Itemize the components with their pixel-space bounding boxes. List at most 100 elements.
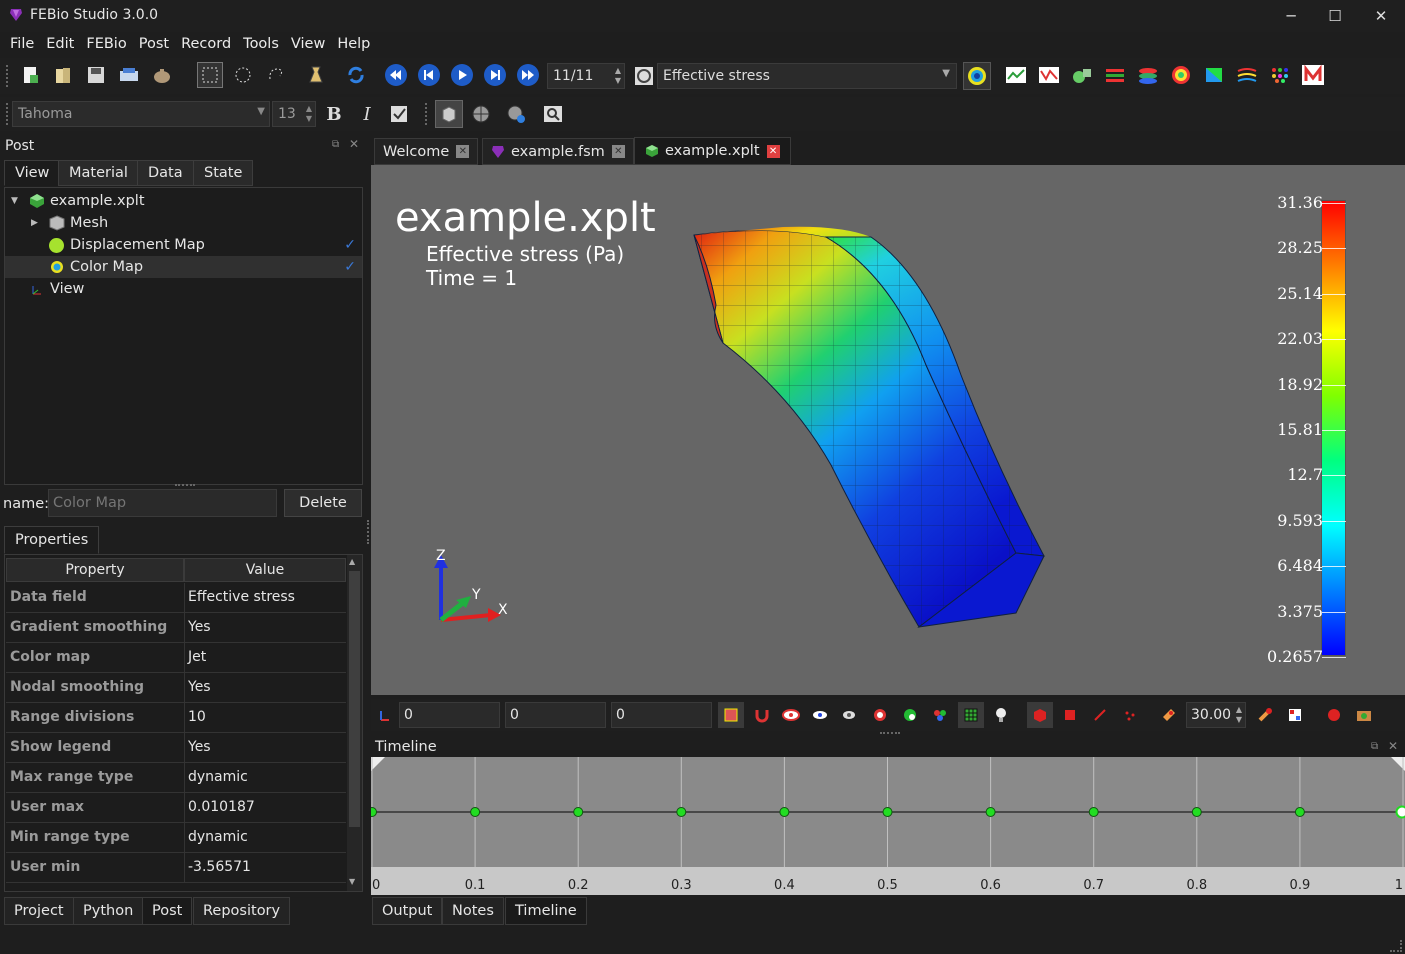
3d-viewport[interactable]: example.xplt Effective stress (Pa) Time …	[371, 165, 1405, 695]
timeline-keyframe[interactable]	[882, 807, 893, 817]
property-value[interactable]: 10	[188, 709, 206, 725]
tree-item-displacement-map[interactable]: Displacement Map ✓	[5, 234, 362, 256]
colormap-toggle-icon[interactable]	[631, 63, 657, 89]
timeline-keyframe[interactable]	[1191, 807, 1202, 817]
show-eye-icon[interactable]	[778, 702, 804, 728]
close-tab-icon[interactable]: ✕	[766, 144, 780, 158]
timeline-keyframe[interactable]	[676, 807, 687, 817]
play-icon[interactable]	[449, 62, 475, 88]
close-button[interactable]: ✕	[1358, 0, 1404, 32]
particles-icon[interactable]	[1267, 62, 1293, 88]
name-input[interactable]	[48, 489, 277, 517]
timeline-graph[interactable]: 0 0.1 0.2 0.3 0.4 0.5 0.6 0.7 0.8 0.9 1	[371, 757, 1405, 895]
close-panel-icon[interactable]: ✕	[349, 137, 359, 151]
property-row[interactable]: User max 0.010187	[6, 793, 346, 823]
property-value[interactable]: Yes	[188, 679, 211, 695]
data-field-select[interactable]: Effective stress ▼	[657, 63, 957, 89]
isosurface-icon[interactable]	[1168, 62, 1194, 88]
menu-help[interactable]: Help	[331, 36, 376, 52]
menu-tools[interactable]: Tools	[237, 36, 285, 52]
scroll-down-icon[interactable]: ▼	[349, 877, 355, 886]
close-tab-icon[interactable]: ✕	[611, 145, 625, 158]
mesh-settings-icon[interactable]	[503, 101, 529, 127]
menu-view[interactable]: View	[285, 36, 331, 52]
property-value[interactable]: 0.010187	[188, 799, 255, 815]
select-freehand-icon[interactable]	[263, 62, 289, 88]
property-value[interactable]: Effective stress	[188, 589, 295, 605]
colormap-icon[interactable]	[963, 62, 991, 90]
timeline-keyframe[interactable]	[371, 807, 377, 817]
vertical-splitter[interactable]	[367, 520, 370, 544]
property-row[interactable]: Nodal smoothing Yes	[6, 673, 346, 703]
property-value[interactable]: dynamic	[188, 769, 248, 785]
property-row[interactable]: Data field Effective stress	[6, 583, 346, 613]
timeline-keyframe[interactable]	[573, 807, 584, 817]
chevron-down-icon[interactable]: ▼	[11, 196, 18, 206]
timeline-keyframe[interactable]	[1088, 807, 1099, 817]
tab-data[interactable]: Data	[137, 160, 194, 186]
menu-febio[interactable]: FEBio	[80, 36, 132, 52]
spin-arrows-icon[interactable]: ▲ ▼	[1236, 705, 1242, 725]
scrollbar[interactable]: ▲ ▼	[347, 555, 362, 891]
color-balls-icon[interactable]	[927, 702, 953, 728]
splitter-handle[interactable]	[175, 484, 195, 488]
font-family-select[interactable]: Tahoma ▼	[12, 101, 270, 127]
new-file-icon[interactable]	[17, 62, 43, 88]
property-value[interactable]: Yes	[188, 739, 211, 755]
timeline-panel[interactable]: 0 0.1 0.2 0.3 0.4 0.5 0.6 0.7 0.8 0.9 1	[371, 757, 1405, 895]
toolbar-grip[interactable]	[6, 65, 10, 87]
tab-timeline[interactable]: Timeline	[505, 897, 587, 925]
fast-forward-icon[interactable]	[515, 62, 541, 88]
menu-record[interactable]: Record	[175, 36, 237, 52]
tab-properties[interactable]: Properties	[4, 526, 100, 554]
checkmark-icon[interactable]: ✓	[344, 259, 356, 275]
range-start-handle[interactable]	[371, 757, 385, 771]
property-row[interactable]: Color map Jet	[6, 643, 346, 673]
timeline-keyframe[interactable]	[470, 807, 481, 817]
tree-item-view[interactable]: View	[5, 278, 362, 300]
tab-post[interactable]: Post	[142, 897, 193, 925]
plot-graph-icon[interactable]	[1003, 62, 1029, 88]
column-header-value[interactable]: Value	[184, 558, 346, 582]
property-value[interactable]: Yes	[188, 619, 211, 635]
timeline-keyframe[interactable]	[985, 807, 996, 817]
spin-arrows-icon[interactable]: ▲ ▼	[306, 104, 312, 124]
frame-spinbox[interactable]: 11/11 ▲ ▼	[547, 63, 625, 89]
paint-brush-icon[interactable]	[1252, 702, 1278, 728]
property-value[interactable]: Jet	[188, 649, 206, 665]
graph-red-icon[interactable]	[1036, 62, 1062, 88]
property-row[interactable]: Min range type dynamic	[6, 823, 346, 853]
toolbar-grip[interactable]	[425, 103, 429, 125]
select-rectangle-icon[interactable]	[197, 62, 223, 88]
splitter-handle[interactable]	[880, 732, 900, 735]
timeline-keyframe[interactable]	[1294, 807, 1305, 817]
frame-select-icon[interactable]	[718, 702, 744, 728]
rewind-icon[interactable]	[383, 62, 409, 88]
next-step-icon[interactable]	[482, 62, 508, 88]
bold-button[interactable]: B	[321, 101, 347, 127]
menu-file[interactable]: File	[4, 36, 40, 52]
mirror-icon[interactable]	[1300, 62, 1326, 88]
doc-tab-xplt[interactable]: example.xplt ✕	[634, 137, 791, 165]
position-y-input[interactable]: 0	[505, 702, 606, 728]
tab-python[interactable]: Python	[73, 897, 144, 925]
select-circle-icon[interactable]	[230, 62, 256, 88]
spin-arrows-icon[interactable]: ▲ ▼	[615, 66, 621, 86]
close-tab-icon[interactable]: ✕	[456, 145, 470, 158]
resize-grip[interactable]	[1390, 940, 1402, 952]
mesh-grid-icon[interactable]	[958, 702, 984, 728]
streamlines-icon[interactable]	[1234, 62, 1260, 88]
magnet-icon[interactable]	[749, 702, 775, 728]
tab-material[interactable]: Material	[58, 160, 139, 186]
current-time-marker[interactable]	[1395, 805, 1405, 819]
property-row[interactable]: User min -3.56571	[6, 853, 346, 883]
doc-tab-welcome[interactable]: Welcome ✕	[374, 138, 479, 165]
property-row[interactable]: Max range type dynamic	[6, 763, 346, 793]
lines-icon[interactable]	[1102, 62, 1128, 88]
edge-icon[interactable]	[1087, 702, 1113, 728]
light-bulb-icon[interactable]	[988, 702, 1014, 728]
eye-outline-icon[interactable]	[836, 702, 862, 728]
scroll-up-icon[interactable]: ▲	[349, 557, 355, 566]
solid-box-icon[interactable]	[1027, 702, 1053, 728]
tab-view[interactable]: View	[4, 160, 61, 186]
